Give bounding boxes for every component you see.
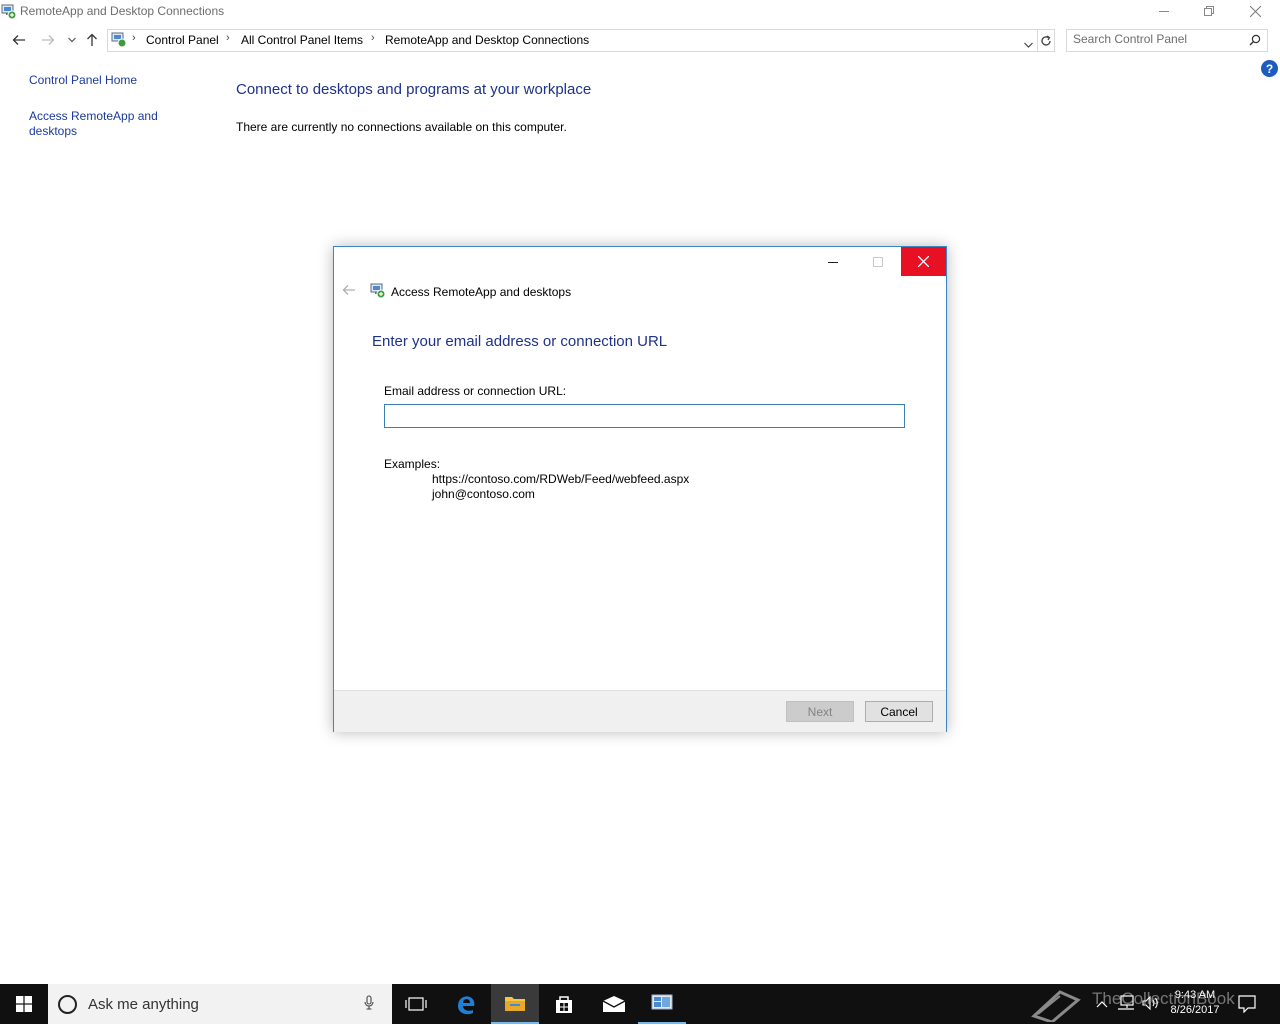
example-email: john@contoso.com [432, 487, 535, 501]
book-watermark-icon [1030, 986, 1086, 1025]
sidebar-item-access-remoteapp[interactable]: Access RemoteApp and desktops [29, 109, 169, 139]
dialog-title: Access RemoteApp and desktops [391, 285, 572, 299]
cortana-placeholder: Ask me anything [88, 996, 199, 1013]
edge-icon [458, 996, 475, 1015]
cortana-search-box[interactable]: Ask me anything [48, 984, 392, 1024]
windows-logo-icon [16, 996, 32, 1012]
maximize-icon [872, 256, 883, 267]
no-connections-text: There are currently no connections avail… [236, 120, 567, 134]
refresh-icon [1040, 34, 1051, 46]
clock-date: 8/26/2017 [1170, 1004, 1220, 1016]
breadcrumb-separator: › [371, 32, 375, 44]
minimize-icon [827, 261, 838, 263]
remoteapp-taskbar-button[interactable] [638, 984, 686, 1024]
microphone-icon[interactable] [364, 995, 374, 1014]
recent-locations-button[interactable] [63, 31, 81, 49]
network-icon[interactable] [1117, 995, 1135, 1014]
breadcrumb-control-panel[interactable]: Control Panel [146, 33, 219, 47]
remoteapp-icon [370, 283, 386, 302]
file-explorer-button[interactable] [491, 984, 539, 1024]
dialog-heading: Enter your email address or connection U… [372, 333, 668, 350]
chevron-up-icon [1096, 1001, 1108, 1008]
refresh-button[interactable] [1037, 29, 1055, 52]
store-bag-icon [556, 996, 572, 1013]
breadcrumb-separator: › [132, 32, 136, 44]
help-icon[interactable]: ? [1261, 60, 1278, 77]
close-button[interactable] [1232, 0, 1278, 22]
close-icon [1249, 5, 1261, 17]
close-icon [918, 256, 929, 267]
minimize-button[interactable] [1141, 0, 1187, 22]
restore-icon [1204, 6, 1214, 16]
breadcrumb-separator: › [226, 32, 230, 44]
arrow-left-icon [12, 35, 25, 45]
sidebar-item-control-panel-home[interactable]: Control Panel Home [29, 73, 137, 88]
clock-time: 9:43 AM [1174, 989, 1216, 1001]
arrow-right-icon [42, 35, 55, 45]
mail-icon [602, 996, 626, 1012]
breadcrumb-remoteapp[interactable]: RemoteApp and Desktop Connections [385, 33, 589, 47]
up-button[interactable] [83, 31, 101, 49]
search-icon[interactable] [1249, 34, 1261, 49]
search-box[interactable] [1066, 29, 1268, 52]
arrow-left-icon [342, 285, 355, 295]
action-center-button[interactable] [1238, 995, 1256, 1016]
connection-url-input[interactable] [384, 404, 905, 428]
control-panel-icon [111, 32, 127, 51]
cortana-icon [58, 995, 77, 1014]
page-title: Connect to desktops and programs at your… [236, 81, 592, 98]
task-view-icon [405, 997, 427, 1011]
back-button[interactable] [10, 31, 28, 49]
folder-icon [505, 997, 525, 1011]
chevron-down-icon [68, 37, 76, 43]
address-bar[interactable]: › Control Panel › All Control Panel Item… [107, 29, 1038, 52]
task-view-button[interactable] [392, 984, 440, 1024]
access-remoteapp-dialog: Access RemoteApp and desktops Enter your… [333, 246, 947, 732]
window-title: RemoteApp and Desktop Connections [20, 4, 225, 18]
address-dropdown-button[interactable] [1024, 37, 1033, 51]
mail-button[interactable] [590, 984, 638, 1024]
forward-button[interactable] [39, 31, 57, 49]
remoteapp-monitor-icon [651, 994, 673, 1010]
search-input[interactable] [1073, 32, 1238, 46]
breadcrumb-all-items[interactable]: All Control Panel Items [241, 33, 363, 47]
store-button[interactable] [540, 984, 588, 1024]
volume-icon[interactable] [1142, 995, 1160, 1013]
window-titlebar: RemoteApp and Desktop Connections [0, 0, 1280, 24]
dialog-back-button[interactable] [342, 284, 356, 299]
restore-button[interactable] [1186, 0, 1232, 22]
arrow-up-icon [87, 33, 97, 46]
dialog-footer: Next Cancel [334, 690, 946, 732]
notification-icon [1238, 995, 1256, 1014]
remoteapp-icon [1, 4, 17, 20]
start-button[interactable] [0, 984, 48, 1024]
system-clock[interactable]: 9:43 AM 8/26/2017 [1160, 988, 1230, 1018]
edge-button[interactable] [442, 984, 490, 1024]
dialog-maximize-button [855, 247, 900, 276]
example-url: https://contoso.com/RDWeb/Feed/webfeed.a… [432, 472, 690, 486]
chevron-down-icon [1024, 42, 1033, 48]
dialog-minimize-button[interactable] [810, 247, 855, 276]
cancel-button[interactable]: Cancel [865, 701, 933, 722]
show-hidden-icons-button[interactable] [1096, 997, 1108, 1011]
minimize-icon [1159, 11, 1169, 12]
taskbar: Ask me anything TheCollectionBook 9:43 A… [0, 984, 1280, 1024]
next-button[interactable]: Next [786, 701, 854, 722]
connection-url-label: Email address or connection URL: [384, 384, 567, 398]
examples-label: Examples: [384, 457, 441, 471]
dialog-close-button[interactable] [901, 247, 946, 276]
